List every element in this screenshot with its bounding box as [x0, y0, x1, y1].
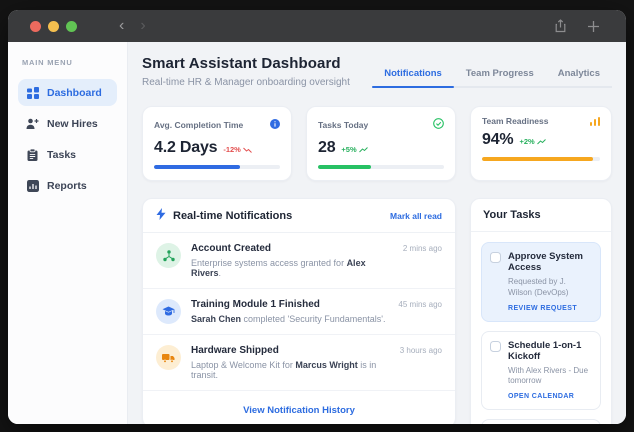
stat-progress-fill	[154, 165, 240, 169]
notification-desc: Laptop & Welcome Kit for Marcus Wright i…	[191, 360, 377, 380]
task-subtitle: With Alex Rivers - Due tomorrow	[508, 365, 589, 386]
task-card[interactable]: Review Hardware Request New laptop for M…	[481, 419, 601, 424]
notification-desc: Enterprise systems access granted for Al…	[191, 258, 366, 278]
sidebar: MAIN MENU Dashboard New Hires Tasks Repo…	[8, 42, 128, 424]
notification-title: Hardware Shipped	[191, 345, 279, 356]
notification-timestamp: 2 mins ago	[402, 244, 442, 253]
clipboard-icon	[26, 148, 39, 161]
tab-team-progress[interactable]: Team Progress	[454, 62, 546, 86]
stat-card-team-readiness: Team Readiness 94% +2%	[470, 106, 612, 181]
zoom-window-button[interactable]	[66, 20, 77, 32]
notification-timestamp: 45 mins ago	[398, 300, 442, 309]
stat-progress-track	[154, 165, 280, 169]
user-plus-icon	[26, 117, 39, 130]
stat-label: Team Readiness	[482, 116, 549, 126]
stat-trend: +2%	[519, 137, 546, 146]
view-notification-history-link[interactable]: View Notification History	[243, 405, 355, 416]
stat-card-avg-completion: Avg. Completion Time 4.2 Days -12%	[142, 106, 292, 181]
stat-value: 28	[318, 139, 336, 156]
stat-card-tasks-today: Tasks Today 28 +5%	[306, 106, 456, 181]
bar-chart-icon	[589, 116, 600, 126]
tab-analytics[interactable]: Analytics	[546, 62, 612, 86]
person-name: Marcus Wright	[295, 360, 358, 370]
lightning-bolt-icon	[156, 208, 166, 223]
trend-down-icon	[243, 147, 252, 153]
stat-progress-track	[482, 157, 600, 161]
minimize-window-button[interactable]	[48, 20, 59, 32]
stat-trend: +5%	[341, 145, 368, 154]
stats-row: Avg. Completion Time 4.2 Days -12% Tasks…	[142, 106, 612, 181]
notification-item[interactable]: Hardware Shipped Laptop & Welcome Kit fo…	[143, 335, 455, 390]
titlebar: ‹ ›	[8, 10, 626, 42]
sidebar-item-label: New Hires	[47, 117, 98, 130]
close-window-button[interactable]	[30, 20, 41, 32]
trend-up-icon	[536, 138, 546, 144]
stat-label: Tasks Today	[318, 120, 369, 130]
page-subtitle: Real-time HR & Manager onboarding oversi…	[142, 77, 350, 88]
share-icon[interactable]	[554, 19, 567, 33]
stat-progress-track	[318, 165, 444, 169]
sidebar-item-new-hires[interactable]: New Hires	[18, 110, 117, 137]
notification-desc: Sarah Chen completed 'Security Fundament…	[191, 314, 386, 324]
sidebar-item-dashboard[interactable]: Dashboard	[18, 79, 117, 106]
app-window: ‹ › MAIN MENU Dashboard New Hires Tasks …	[8, 10, 626, 424]
page-title: Smart Assistant Dashboard	[142, 55, 341, 72]
sidebar-item-tasks[interactable]: Tasks	[18, 141, 117, 168]
task-checkbox[interactable]	[490, 252, 501, 263]
task-subtitle: Requested by J. Wilson (DevOps)	[508, 277, 569, 297]
mark-all-read-link[interactable]: Mark all read	[390, 211, 442, 221]
graduation-cap-icon	[156, 299, 181, 324]
stat-value: 94%	[482, 131, 514, 148]
new-tab-icon[interactable]	[587, 20, 600, 33]
task-action-link[interactable]: REVIEW REQUEST	[508, 305, 592, 312]
task-action-link[interactable]: OPEN CALENDAR	[508, 393, 592, 400]
sidebar-item-label: Reports	[47, 179, 87, 192]
truck-icon	[156, 345, 181, 370]
sidebar-item-reports[interactable]: Reports	[18, 172, 117, 199]
notification-title: Training Module 1 Finished	[191, 299, 320, 310]
notifications-panel-title: Real-time Notifications	[173, 209, 293, 222]
stat-progress-fill	[318, 165, 371, 169]
your-tasks-title: Your Tasks	[483, 209, 541, 221]
tab-bar: Notifications Team Progress Analytics	[372, 62, 612, 88]
notification-item[interactable]: Account Created Enterprise systems acces…	[143, 233, 455, 289]
chart-icon	[26, 179, 39, 192]
trend-up-icon	[358, 146, 368, 152]
grid-icon	[26, 86, 39, 99]
notification-timestamp: 3 hours ago	[399, 346, 442, 355]
user-network-icon	[156, 243, 181, 268]
sidebar-item-label: Tasks	[47, 148, 76, 161]
task-checkbox[interactable]	[490, 340, 501, 352]
stat-label: Avg. Completion Time	[154, 120, 244, 130]
stat-progress-fill	[482, 157, 593, 161]
notification-item[interactable]: Training Module 1 Finished Sarah Chen co…	[143, 289, 455, 335]
forward-icon[interactable]: ›	[140, 18, 145, 34]
main-content: Smart Assistant Dashboard Real-time HR &…	[128, 42, 626, 424]
info-icon[interactable]	[270, 116, 280, 134]
back-icon[interactable]: ‹	[119, 18, 124, 34]
traffic-lights	[30, 20, 77, 32]
task-card[interactable]: Schedule 1-on-1 Kickoff With Alex Rivers…	[481, 330, 601, 411]
sidebar-section-label: MAIN MENU	[22, 58, 73, 67]
person-name: Sarah Chen	[191, 314, 242, 324]
task-title: Schedule 1-on-1 Kickoff	[508, 339, 582, 362]
check-circle-icon	[433, 116, 444, 134]
task-card[interactable]: Approve System Access Requested by J. Wi…	[481, 242, 601, 322]
stat-trend: -12%	[223, 145, 252, 154]
sidebar-item-label: Dashboard	[47, 86, 102, 99]
notification-title: Account Created	[191, 243, 272, 254]
notifications-panel: Real-time Notifications Mark all read Ac…	[142, 198, 456, 424]
stat-value: 4.2 Days	[154, 139, 218, 156]
task-title: Approve System Access	[508, 251, 583, 273]
your-tasks-panel: Your Tasks Approve System Access Request…	[470, 198, 612, 424]
tab-notifications[interactable]: Notifications	[372, 62, 454, 88]
